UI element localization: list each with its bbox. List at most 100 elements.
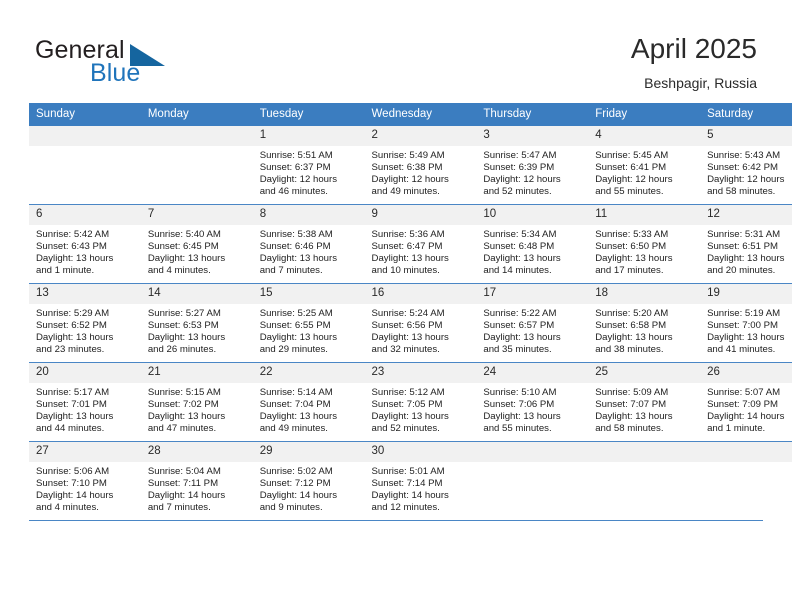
day-details: Sunrise: 5:27 AM Sunset: 6:53 PM Daylight:…	[141, 304, 253, 356]
day-details: Sunrise: 5:42 AM Sunset: 6:43 PM Daylight:…	[29, 225, 141, 277]
calendar-day-cell[interactable]: 9 Sunrise: 5:36 AM Sunset: 6:47 PM Daylight…	[364, 204, 477, 284]
daylight-text-line1: Daylight: 13 hours	[707, 332, 785, 344]
day-details: Sunrise: 5:22 AM Sunset: 6:57 PM Daylight:…	[476, 304, 588, 356]
calendar-day-cell[interactable]: 6 Sunrise: 5:42 AM Sunset: 6:43 PM Daylight…	[29, 204, 141, 284]
calendar-day-cell[interactable]: 1 Sunrise: 5:51 AM Sunset: 6:37 PM Daylight…	[252, 126, 365, 205]
calendar-day-cell[interactable]: 30 Sunrise: 5:01 AM Sunset: 7:14 PM Dayligh…	[364, 441, 477, 520]
sunset-text: Sunset: 7:00 PM	[707, 320, 778, 332]
daylight-text-line1: Daylight: 13 hours	[483, 332, 561, 344]
calendar-day-cell[interactable]: 8 Sunrise: 5:38 AM Sunset: 6:46 PM Daylight…	[252, 204, 365, 284]
calendar-day-cell[interactable]: 12 Sunrise: 5:31 AM Sunset: 6:51 PM Dayligh…	[700, 204, 792, 284]
weekday-header-friday: Friday	[588, 103, 701, 126]
daylight-text-line2: and 26 minutes.	[147, 344, 217, 356]
sunrise-text: Sunrise: 5:22 AM	[483, 308, 557, 319]
daylight-text-line2: and 49 minutes.	[259, 423, 328, 435]
calendar-day-cell[interactable]: 24 Sunrise: 5:10 AM Sunset: 7:06 PM Dayligh…	[476, 362, 589, 442]
day-details: Sunrise: 5:07 AM Sunset: 7:09 PM Daylight:…	[700, 383, 792, 435]
daylight-text-line1: Daylight: 14 hours	[36, 490, 114, 502]
calendar-day-cell[interactable]: 14 Sunrise: 5:27 AM Sunset: 6:53 PM Dayligh…	[140, 283, 253, 363]
daylight-text-line2: and 58 minutes.	[707, 186, 776, 198]
calendar-day-cell[interactable]: 25 Sunrise: 5:09 AM Sunset: 7:07 PM Dayligh…	[588, 362, 701, 442]
daylight-text-line2: and 47 minutes.	[147, 423, 217, 435]
day-number: 30	[364, 442, 477, 462]
day-details: Sunrise: 5:29 AM Sunset: 6:52 PM Daylight:…	[29, 304, 141, 356]
calendar-day-cell[interactable]: 20 Sunrise: 5:17 AM Sunset: 7:01 PM Dayligh…	[29, 362, 141, 442]
sunrise-text: Sunrise: 5:31 AM	[707, 229, 781, 240]
day-number: 16	[364, 284, 477, 304]
sunset-text: Sunset: 7:04 PM	[259, 399, 331, 411]
day-details: Sunrise: 5:31 AM Sunset: 6:51 PM Daylight:…	[700, 225, 792, 277]
daylight-text-line2: and 23 minutes.	[36, 344, 105, 356]
calendar-day-cell[interactable]: 3 Sunrise: 5:47 AM Sunset: 6:39 PM Daylight…	[476, 126, 589, 205]
sunrise-text: Sunrise: 5:17 AM	[36, 387, 110, 398]
calendar-day-cell[interactable]: 28 Sunrise: 5:04 AM Sunset: 7:11 PM Dayligh…	[140, 441, 253, 520]
sunset-text: Sunset: 7:12 PM	[259, 478, 331, 490]
day-details: Sunrise: 5:49 AM Sunset: 6:38 PM Daylight:…	[365, 146, 477, 198]
day-number: 4	[588, 126, 701, 146]
calendar-day-cell[interactable]: 5 Sunrise: 5:43 AM Sunset: 6:42 PM Daylight…	[700, 126, 792, 205]
page-title: April 2025	[630, 33, 757, 64]
calendar-day-cell[interactable]: 15 Sunrise: 5:25 AM Sunset: 6:55 PM Dayligh…	[252, 283, 365, 363]
calendar-day-cell[interactable]: 26 Sunrise: 5:07 AM Sunset: 7:09 PM Dayligh…	[700, 362, 792, 442]
day-number: 17	[476, 284, 589, 304]
sunrise-text: Sunrise: 5:42 AM	[36, 229, 110, 240]
calendar-day-cell[interactable]: 18 Sunrise: 5:20 AM Sunset: 6:58 PM Dayligh…	[588, 283, 701, 363]
general-blue-logo[interactable]: General Blue	[35, 36, 235, 92]
calendar-day-cell[interactable]: 16 Sunrise: 5:24 AM Sunset: 6:56 PM Dayligh…	[364, 283, 477, 363]
day-number: 22	[252, 363, 365, 383]
sunset-text: Sunset: 6:51 PM	[707, 241, 778, 253]
calendar-table: Sunday Monday Tuesday Wednesday Thursday…	[29, 103, 792, 520]
day-details: Sunrise: 5:43 AM Sunset: 6:42 PM Daylight:…	[700, 146, 792, 198]
calendar-day-cell[interactable]: 17 Sunrise: 5:22 AM Sunset: 6:57 PM Dayligh…	[476, 283, 589, 363]
daylight-text-line1: Daylight: 12 hours	[483, 174, 561, 186]
day-details: Sunrise: 5:25 AM Sunset: 6:55 PM Daylight:…	[253, 304, 365, 356]
daylight-text-line2: and 10 minutes.	[371, 265, 440, 277]
sunset-text: Sunset: 6:46 PM	[259, 241, 331, 253]
day-number: 20	[29, 363, 141, 383]
calendar-day-cell[interactable]: 4 Sunrise: 5:45 AM Sunset: 6:41 PM Daylight…	[588, 126, 701, 205]
calendar-day-cell[interactable]: 27 Sunrise: 5:06 AM Sunset: 7:10 PM Dayligh…	[29, 441, 141, 520]
daylight-text-line2: and 20 minutes.	[707, 265, 776, 277]
sunrise-text: Sunrise: 5:49 AM	[371, 150, 445, 161]
day-details: Sunrise: 5:51 AM Sunset: 6:37 PM Daylight:…	[253, 146, 365, 198]
day-details: Sunrise: 5:14 AM Sunset: 7:04 PM Daylight:…	[253, 383, 365, 435]
day-details: Sunrise: 5:45 AM Sunset: 6:41 PM Daylight:…	[588, 146, 700, 198]
daylight-text-line2: and 52 minutes.	[483, 186, 552, 198]
sunrise-text: Sunrise: 5:14 AM	[259, 387, 333, 398]
day-number: 18	[588, 284, 701, 304]
day-details: Sunrise: 5:01 AM Sunset: 7:14 PM Daylight:…	[365, 462, 477, 514]
calendar-day-cell[interactable]: 2 Sunrise: 5:49 AM Sunset: 6:38 PM Daylight…	[364, 126, 477, 205]
day-number: 11	[588, 205, 701, 225]
sunrise-text: Sunrise: 5:24 AM	[371, 308, 445, 319]
daylight-text-line2: and 55 minutes.	[483, 423, 552, 435]
daylight-text-line2: and 9 minutes.	[259, 502, 323, 514]
sunset-text: Sunset: 7:01 PM	[36, 399, 107, 411]
calendar-day-cell[interactable]: 7 Sunrise: 5:40 AM Sunset: 6:45 PM Daylight…	[140, 204, 253, 284]
daylight-text-line2: and 1 minute.	[36, 265, 95, 277]
day-details: Sunrise: 5:40 AM Sunset: 6:45 PM Daylight:…	[141, 225, 253, 277]
daylight-text-line2: and 1 minute.	[707, 423, 766, 435]
calendar-day-cell[interactable]: 13 Sunrise: 5:29 AM Sunset: 6:52 PM Dayligh…	[29, 283, 141, 363]
day-details: Sunrise: 5:38 AM Sunset: 6:46 PM Daylight:…	[253, 225, 365, 277]
calendar-day-cell[interactable]: 19 Sunrise: 5:19 AM Sunset: 7:00 PM Dayligh…	[700, 283, 792, 363]
daylight-text-line2: and 35 minutes.	[483, 344, 552, 356]
sunrise-text: Sunrise: 5:38 AM	[259, 229, 333, 240]
day-number: 12	[700, 205, 792, 225]
sunset-text: Sunset: 7:02 PM	[147, 399, 219, 411]
sunrise-text: Sunrise: 5:10 AM	[483, 387, 557, 398]
day-details: Sunrise: 5:34 AM Sunset: 6:48 PM Daylight:…	[476, 225, 588, 277]
daylight-text-line2: and 52 minutes.	[371, 423, 440, 435]
day-number: 14	[140, 284, 253, 304]
day-details: Sunrise: 5:17 AM Sunset: 7:01 PM Daylight:…	[29, 383, 141, 435]
calendar-day-cell[interactable]: 23 Sunrise: 5:12 AM Sunset: 7:05 PM Dayligh…	[364, 362, 477, 442]
calendar-day-cell[interactable]: 11 Sunrise: 5:33 AM Sunset: 6:50 PM Dayligh…	[588, 204, 701, 284]
calendar-day-cell[interactable]: 29 Sunrise: 5:02 AM Sunset: 7:12 PM Dayligh…	[252, 441, 365, 520]
weekday-header-thursday: Thursday	[476, 103, 589, 126]
sunset-text: Sunset: 6:48 PM	[483, 241, 555, 253]
calendar-day-cell[interactable]: 10 Sunrise: 5:34 AM Sunset: 6:48 PM Dayligh…	[476, 204, 589, 284]
sunrise-text: Sunrise: 5:40 AM	[147, 229, 221, 240]
day-number: 23	[364, 363, 477, 383]
daylight-text-line2: and 14 minutes.	[483, 265, 552, 277]
calendar-day-cell[interactable]: 22 Sunrise: 5:14 AM Sunset: 7:04 PM Dayligh…	[252, 362, 365, 442]
calendar-day-cell[interactable]: 21 Sunrise: 5:15 AM Sunset: 7:02 PM Dayligh…	[140, 362, 253, 442]
